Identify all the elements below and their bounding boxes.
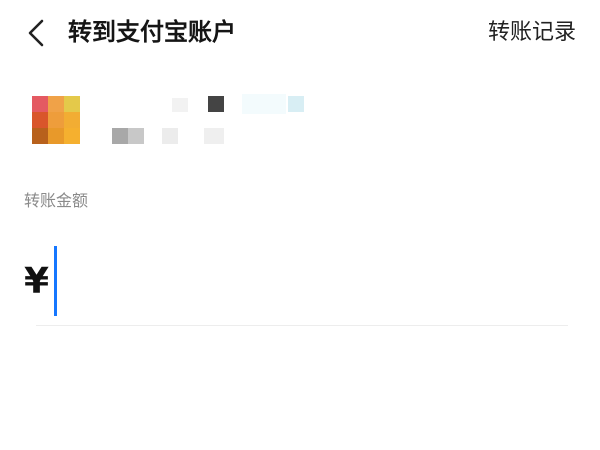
avatar-tile bbox=[48, 96, 64, 112]
avatar-tile bbox=[32, 96, 48, 112]
mask-block bbox=[162, 128, 178, 144]
header-bar: 转到支付宝账户 转账记录 bbox=[0, 0, 600, 66]
mask-block bbox=[288, 96, 304, 112]
amount-label: 转账金额 bbox=[24, 191, 89, 210]
amount-divider bbox=[36, 325, 568, 326]
mask-block bbox=[208, 96, 224, 112]
currency-symbol: ¥ bbox=[24, 261, 50, 302]
avatar-tile bbox=[48, 112, 64, 128]
avatar-tile bbox=[32, 128, 48, 144]
mask-block bbox=[172, 98, 188, 112]
avatar-tile bbox=[32, 112, 48, 128]
page-title: 转到支付宝账户 bbox=[68, 18, 236, 46]
back-button[interactable] bbox=[20, 16, 54, 50]
avatar-tile bbox=[48, 128, 64, 144]
amount-input[interactable] bbox=[54, 246, 564, 316]
mask-block bbox=[204, 128, 224, 144]
avatar-tile bbox=[64, 96, 80, 112]
text-caret bbox=[54, 246, 57, 316]
avatar-tile bbox=[64, 112, 80, 128]
mask-block bbox=[242, 94, 286, 114]
transfer-page: 转到支付宝账户 转账记录 转账金额 ¥ bbox=[0, 0, 600, 450]
masked-payee-name bbox=[112, 92, 352, 152]
payee-avatar bbox=[32, 96, 80, 144]
transfer-records-link[interactable]: 转账记录 bbox=[488, 15, 576, 51]
amount-row: ¥ bbox=[24, 240, 570, 320]
payee-info bbox=[32, 92, 572, 156]
mask-block bbox=[128, 128, 144, 144]
avatar-tile bbox=[64, 128, 80, 144]
chevron-left-icon bbox=[28, 19, 44, 47]
